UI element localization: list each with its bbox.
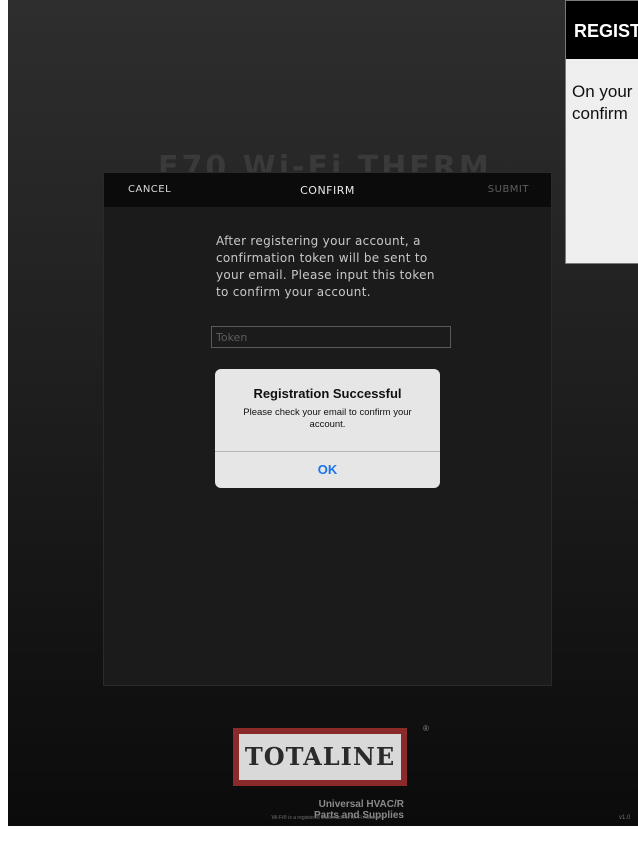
registered-mark: ®	[423, 724, 429, 733]
instruction-callout: REGISTRATION On your phone, confirm	[565, 0, 638, 264]
totaline-logo: TOTALINE	[233, 728, 407, 786]
callout-header: REGISTRATION	[566, 1, 638, 59]
nav-bar: CONFIRM CANCEL SUBMIT	[104, 173, 551, 207]
token-input[interactable]	[211, 326, 451, 348]
totaline-logo-text: TOTALINE	[237, 732, 403, 782]
ok-button[interactable]: OK	[215, 452, 440, 488]
alert-message: Please check your email to confirm your …	[243, 407, 412, 430]
submit-button[interactable]: SUBMIT	[488, 184, 529, 195]
version-label: v1.0	[619, 815, 631, 821]
tagline-line1: Universal HVAC/R	[318, 799, 404, 810]
wifi-trademark-note: Wi-Fi® is a registered trademark of Wi-F…	[271, 815, 385, 821]
registration-alert: Registration Successful Please check you…	[215, 369, 440, 488]
cancel-button[interactable]: CANCEL	[128, 184, 171, 195]
alert-title: Registration Successful	[253, 386, 402, 401]
callout-title: REGISTRATION	[574, 21, 638, 41]
callout-body: On your phone, confirm	[572, 82, 638, 123]
instructions-text: After registering your account, a confir…	[216, 234, 435, 299]
app-screen: E70 Wi-Fi THERMOSTAT CONFIRM CANCEL SUBM…	[8, 0, 638, 826]
